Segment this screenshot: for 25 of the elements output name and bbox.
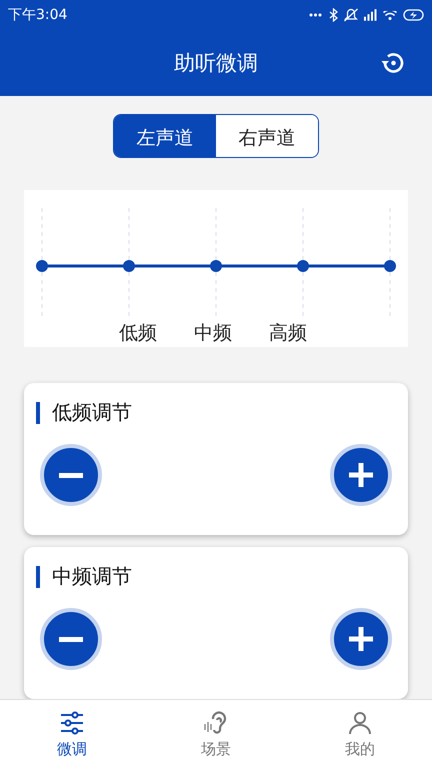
band-label: 中频 [194, 320, 232, 346]
minus-icon [59, 472, 83, 478]
page-title: 助听微调 [174, 50, 258, 77]
reset-icon[interactable] [380, 50, 406, 76]
plus-icon [347, 625, 375, 653]
accent-bar [36, 402, 40, 424]
minus-icon [59, 636, 83, 642]
channel-tab[interactable]: 右声道 [216, 115, 318, 157]
channel-tab[interactable]: 左声道 [114, 115, 216, 157]
band-title: 低频调节 [52, 399, 132, 426]
status-time: 下午3:04 [8, 6, 68, 24]
more-icon [309, 13, 323, 17]
bluetooth-icon [329, 8, 338, 22]
band-title: 中频调节 [52, 563, 132, 590]
band-label: 高频 [269, 320, 307, 346]
wifi-icon [383, 10, 397, 20]
ear-icon [203, 710, 229, 736]
muted-bell-icon [344, 8, 358, 22]
plus-icon [347, 461, 375, 489]
band-label: 低频 [119, 320, 157, 346]
person-icon [347, 710, 373, 736]
signal-icon [364, 9, 377, 21]
battery-charging-icon [403, 9, 424, 21]
accent-bar [36, 566, 40, 588]
sliders-icon [59, 710, 85, 736]
